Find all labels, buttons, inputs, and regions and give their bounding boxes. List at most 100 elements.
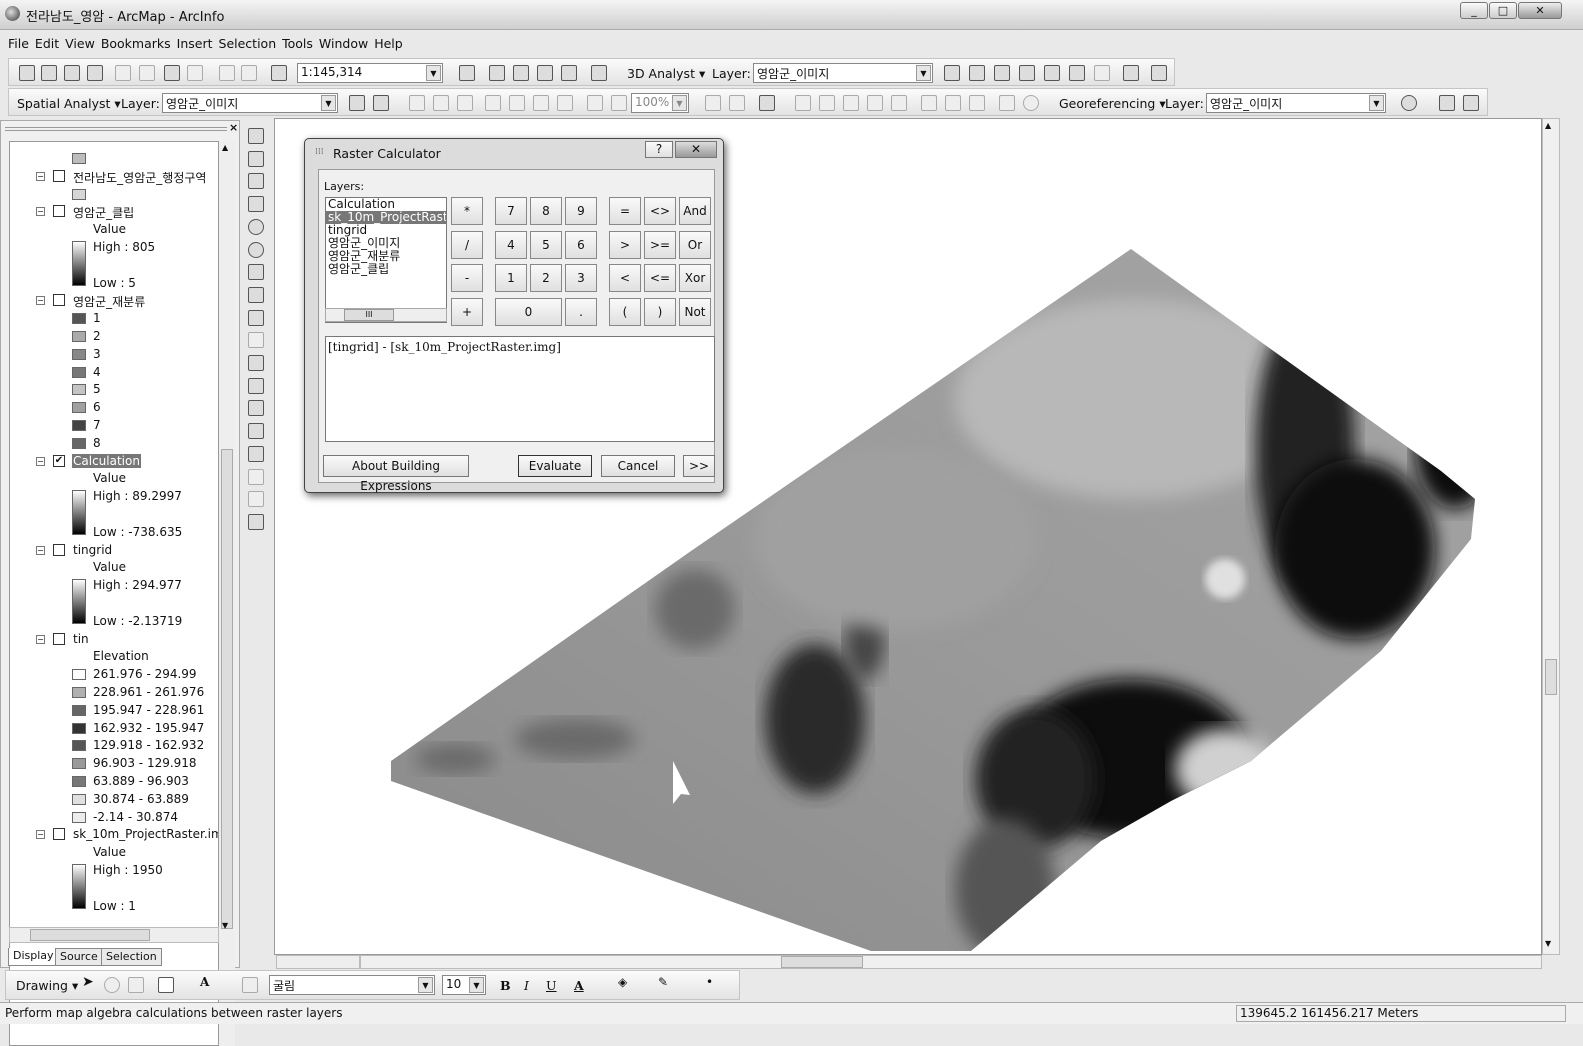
layer-visibility-checkbox[interactable] bbox=[53, 205, 65, 218]
close-icon[interactable]: × bbox=[229, 121, 238, 134]
new-document-icon[interactable] bbox=[19, 65, 35, 81]
calc-key[interactable]: 0 bbox=[495, 297, 562, 326]
toc-scrollbar[interactable]: ▲ ▼ bbox=[219, 141, 235, 1046]
zoom-out-icon[interactable] bbox=[248, 150, 264, 167]
drawing-menu[interactable]: Drawing ▾ bbox=[16, 978, 78, 993]
sketch-icon[interactable] bbox=[819, 95, 835, 111]
save-icon[interactable] bbox=[64, 65, 80, 81]
close-button[interactable]: ✕ bbox=[675, 141, 717, 158]
fit-icon[interactable] bbox=[509, 95, 525, 111]
layer-visibility-checkbox[interactable]: ✔ bbox=[53, 454, 65, 467]
delete-icon[interactable] bbox=[187, 65, 203, 81]
rotate-icon[interactable] bbox=[1401, 95, 1417, 111]
identify-icon[interactable] bbox=[248, 377, 264, 394]
scroll-down-icon[interactable]: ▼ bbox=[1545, 939, 1551, 948]
menu-selection[interactable]: Selection bbox=[216, 33, 280, 54]
contour-icon[interactable] bbox=[349, 95, 365, 111]
calc-key[interactable]: 9 bbox=[565, 197, 597, 225]
calc-key[interactable]: ) bbox=[644, 297, 676, 326]
edit-vertex-icon[interactable] bbox=[795, 95, 811, 111]
histogram-icon[interactable] bbox=[373, 95, 389, 111]
panel-grip[interactable] bbox=[5, 127, 227, 131]
scroll-up-icon[interactable]: ▲ bbox=[222, 143, 228, 152]
menu-view[interactable]: View bbox=[62, 33, 98, 54]
generalize-icon[interactable] bbox=[921, 95, 937, 111]
calc-key[interactable]: + bbox=[451, 297, 483, 326]
clear-selection-icon[interactable] bbox=[248, 332, 264, 349]
3d-layer-combo[interactable]: 영암군_이미지 ▼ bbox=[753, 63, 933, 83]
paste-icon[interactable] bbox=[164, 65, 180, 81]
menu-window[interactable]: Window bbox=[316, 33, 371, 54]
zoom-out-raster-icon[interactable] bbox=[433, 95, 449, 111]
pan-raster-icon[interactable] bbox=[457, 95, 473, 111]
fixed-zoom-in-icon[interactable] bbox=[248, 173, 264, 190]
bold-button[interactable]: B bbox=[500, 978, 511, 993]
font-color-button[interactable]: A bbox=[574, 978, 584, 993]
calc-key[interactable]: 2 bbox=[530, 264, 562, 292]
font-size-combo[interactable]: 10 ▼ bbox=[442, 975, 486, 995]
html-popup-icon[interactable] bbox=[248, 491, 264, 508]
calc-key[interactable]: < bbox=[609, 264, 641, 292]
layer-visibility-checkbox[interactable] bbox=[53, 543, 65, 556]
map-vscrollbar[interactable]: ▲ ▼ bbox=[1542, 118, 1560, 955]
calc-key[interactable]: <= bbox=[644, 264, 676, 292]
scroll-thumb[interactable] bbox=[221, 449, 233, 929]
select-elements-icon[interactable] bbox=[248, 355, 264, 371]
layer-visibility-checkbox[interactable] bbox=[53, 828, 65, 841]
minimize-button[interactable]: _ bbox=[1460, 2, 1488, 19]
editor-toolbar-icon[interactable] bbox=[459, 65, 475, 81]
layout-view-buttons[interactable] bbox=[276, 955, 360, 969]
3d-analyst-menu[interactable]: 3D Analyst ▾ bbox=[627, 66, 705, 81]
select-features-icon[interactable] bbox=[248, 309, 264, 326]
fit-icon[interactable] bbox=[485, 95, 501, 111]
maximize-button[interactable]: □ bbox=[1489, 2, 1517, 19]
interpolate-point-icon[interactable] bbox=[1019, 65, 1035, 81]
georeferencing-menu[interactable]: Georeferencing ▾ bbox=[1059, 96, 1166, 111]
pan-icon[interactable] bbox=[248, 218, 264, 235]
layer-name[interactable]: sk_10m_ProjectRaster.img bbox=[72, 827, 218, 841]
measure-icon[interactable] bbox=[248, 445, 264, 462]
menu-insert[interactable]: Insert bbox=[174, 33, 216, 54]
sketch-icon[interactable] bbox=[867, 95, 883, 111]
chevron-down-icon[interactable]: ▼ bbox=[418, 977, 433, 993]
evaluate-button[interactable]: Evaluate bbox=[518, 455, 592, 477]
menu-edit[interactable]: Edit bbox=[32, 33, 62, 54]
calculator-icon[interactable] bbox=[759, 95, 775, 111]
line-color-icon[interactable]: ✎ bbox=[658, 975, 674, 991]
scroll-thumb[interactable] bbox=[1545, 659, 1557, 695]
scroll-down-icon[interactable]: ▼ bbox=[222, 921, 228, 930]
layers-list[interactable]: Calculationsk_10m_ProjectRaster.imgtingr… bbox=[325, 197, 447, 323]
collapse-icon[interactable]: − bbox=[36, 456, 45, 466]
rectangle-icon[interactable] bbox=[999, 95, 1015, 111]
calc-key[interactable]: 4 bbox=[495, 230, 527, 259]
calc-key[interactable]: 8 bbox=[530, 197, 562, 225]
calc-key[interactable]: 1 bbox=[495, 264, 527, 292]
layers-hscrollbar[interactable]: III bbox=[325, 308, 447, 322]
chevron-down-icon[interactable]: ▼ bbox=[426, 65, 441, 81]
arccatalog-icon[interactable] bbox=[489, 65, 505, 81]
collapse-icon[interactable]: − bbox=[36, 545, 45, 555]
hyperlink-icon[interactable] bbox=[248, 468, 264, 485]
toc-hscrollbar[interactable] bbox=[9, 927, 219, 943]
cut-icon[interactable] bbox=[115, 65, 131, 81]
calc-key[interactable]: 3 bbox=[565, 264, 597, 292]
georef-layer-combo[interactable]: 영암군_이미지 ▼ bbox=[1206, 93, 1386, 113]
back-icon[interactable] bbox=[587, 95, 603, 111]
copy-icon[interactable] bbox=[139, 65, 155, 81]
calc-key[interactable]: > bbox=[609, 230, 641, 259]
redo-icon[interactable] bbox=[241, 65, 257, 81]
about-building-expressions-button[interactable]: About Building Expressions bbox=[323, 455, 469, 493]
arcglobe-icon[interactable] bbox=[1151, 65, 1167, 81]
cancel-button[interactable]: Cancel bbox=[601, 455, 675, 477]
calc-key[interactable]: / bbox=[451, 230, 483, 259]
calc-key[interactable]: 7 bbox=[495, 197, 527, 225]
calc-key[interactable]: <> bbox=[644, 197, 676, 225]
chevron-down-icon[interactable]: ▼ bbox=[916, 65, 931, 81]
collapse-icon[interactable]: − bbox=[36, 634, 45, 644]
edit-vertices-icon[interactable] bbox=[242, 977, 258, 993]
open-icon[interactable] bbox=[41, 65, 57, 81]
calc-key[interactable]: Xor bbox=[679, 264, 711, 292]
find-icon[interactable] bbox=[248, 400, 264, 417]
tab-selection[interactable]: Selection bbox=[101, 948, 162, 966]
collapse-icon[interactable]: − bbox=[36, 207, 45, 217]
